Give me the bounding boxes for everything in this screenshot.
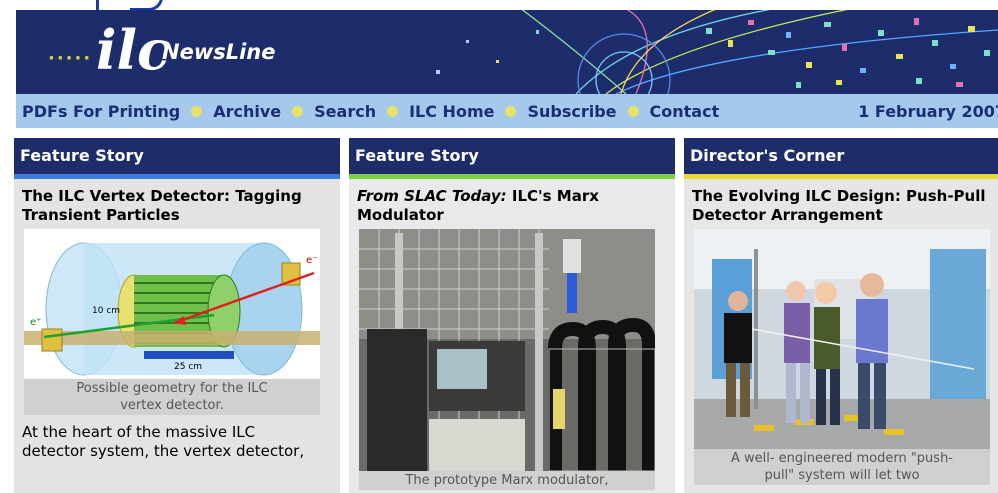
top-strip — [0, 0, 998, 11]
header-banner: ····· ilc NewsLine — [16, 10, 998, 94]
story-title[interactable]: The ILC Vertex Detector: Tagging Transie… — [22, 187, 330, 225]
story-figure: The prototype Marx modulator, — [359, 229, 655, 490]
story-title[interactable]: From SLAC Today: ILC's Marx Modulator — [357, 187, 665, 225]
logo-dots: ····· — [48, 48, 93, 69]
column-feature-story-1: Feature Story The ILC Vertex Detector: T… — [14, 138, 340, 493]
vertex-detector-illustration[interactable]: e⁻ e⁺ 10 cm 25 cm — [24, 229, 320, 379]
nav-link-archive[interactable]: Archive — [213, 102, 281, 121]
column-header: Feature Story — [14, 138, 340, 179]
story-source: From SLAC Today: — [357, 187, 507, 205]
nav-link-subscribe[interactable]: Subscribe — [527, 102, 616, 121]
figure-caption: A well- engineered modern "push- pull" s… — [694, 449, 990, 485]
nav-links: PDFs For Printing Archive Search ILC Hom… — [16, 102, 719, 121]
nav-separator-dot — [505, 105, 517, 117]
story-figure: A well- engineered modern "push- pull" s… — [694, 229, 990, 485]
column-body: The Evolving ILC Design: Push-Pull Detec… — [684, 179, 998, 493]
nav-separator-dot — [191, 105, 203, 117]
nav-link-search[interactable]: Search — [314, 102, 376, 121]
newsline-title[interactable]: NewsLine — [162, 40, 276, 64]
caption-line: The prototype Marx modulator, — [405, 473, 609, 488]
nav-separator-dot — [292, 105, 304, 117]
caption-line: Possible geometry for the ILC — [76, 381, 268, 396]
nav-link-contact[interactable]: Contact — [650, 102, 720, 121]
ilc-logo[interactable]: ilc — [96, 20, 170, 80]
label-e-plus: e⁺ — [30, 317, 41, 328]
marx-modulator-photo[interactable] — [359, 229, 655, 471]
caption-line: pull" system will let two — [764, 468, 920, 483]
push-pull-photo[interactable] — [694, 229, 990, 449]
story-title[interactable]: The Evolving ILC Design: Push-Pull Detec… — [692, 187, 998, 225]
issue-date: 1 February 2007 — [858, 102, 998, 121]
label-dim-10cm: 10 cm — [92, 306, 120, 316]
nav-separator-dot — [387, 105, 399, 117]
caption-line: A well- engineered modern "push- — [730, 451, 953, 466]
column-body: The ILC Vertex Detector: Tagging Transie… — [14, 179, 340, 493]
nav-bar: PDFs For Printing Archive Search ILC Hom… — [16, 94, 998, 128]
label-e-minus: e⁻ — [306, 255, 317, 266]
column-header: Feature Story — [349, 138, 675, 179]
nav-link-ilc-home[interactable]: ILC Home — [409, 102, 494, 121]
figure-caption: Possible geometry for the ILC vertex det… — [24, 379, 320, 415]
figure-caption: The prototype Marx modulator, — [359, 471, 655, 490]
label-dim-25cm: 25 cm — [174, 362, 202, 372]
column-feature-story-2: Feature Story From SLAC Today: ILC's Mar… — [349, 138, 675, 493]
column-header: Director's Corner — [684, 138, 998, 179]
caption-line: vertex detector. — [120, 398, 224, 413]
excerpt-line: detector system, the vertex detector, — [22, 442, 305, 460]
story-excerpt: At the heart of the massive ILC detector… — [22, 423, 330, 461]
nav-link-pdfs[interactable]: PDFs For Printing — [22, 102, 180, 121]
excerpt-line: At the heart of the massive ILC — [22, 423, 256, 441]
nav-separator-dot — [627, 105, 639, 117]
text-cursor-mark — [96, 0, 99, 10]
particle-tracks-art — [436, 10, 998, 94]
story-figure: e⁻ e⁺ 10 cm 25 cm Possible geometry for … — [24, 229, 320, 415]
column-directors-corner: Director's Corner The Evolving ILC Desig… — [684, 138, 998, 493]
column-body: From SLAC Today: ILC's Marx Modulator Th… — [349, 179, 675, 493]
